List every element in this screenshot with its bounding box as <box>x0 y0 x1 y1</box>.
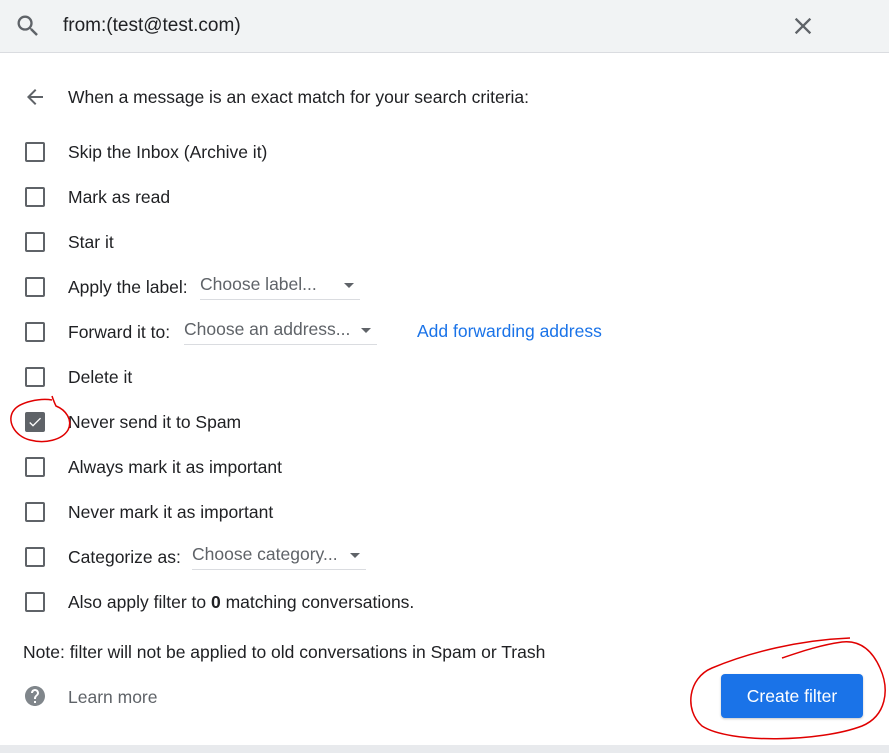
checkmark-icon <box>29 417 41 427</box>
star-it-checkbox[interactable] <box>25 232 45 252</box>
criteria-header: When a message is an exact match for you… <box>0 80 889 114</box>
label-dropdown-value: Choose label... <box>200 274 317 294</box>
option-categorize: Categorize as: Choose category... <box>0 539 889 575</box>
help-icon[interactable] <box>23 684 47 708</box>
apply-prefix: Also apply filter to <box>68 592 211 612</box>
create-filter-button[interactable]: Create filter <box>721 674 863 718</box>
option-label: Mark as read <box>68 187 171 207</box>
option-skip-inbox: Skip the Inbox (Archive it) <box>0 134 889 170</box>
add-forwarding-address-link[interactable]: Add forwarding address <box>417 320 602 342</box>
option-apply-existing: Also apply filter to 0 matching conversa… <box>0 584 889 620</box>
option-label: Skip the Inbox (Archive it) <box>68 142 268 162</box>
never-important-checkbox[interactable] <box>25 502 45 522</box>
filter-note: Note: filter will not be applied to old … <box>23 642 546 662</box>
never-spam-checkbox[interactable] <box>25 412 45 432</box>
forward-address-dropdown-value: Choose an address... <box>184 319 351 339</box>
learn-more-link[interactable]: Learn more <box>68 686 158 708</box>
option-label: Delete it <box>68 367 133 387</box>
option-mark-read: Mark as read <box>0 179 889 215</box>
option-label: Star it <box>68 232 114 252</box>
criteria-header-text: When a message is an exact match for you… <box>68 87 530 107</box>
apply-label-checkbox[interactable] <box>25 277 45 297</box>
categorize-checkbox[interactable] <box>25 547 45 567</box>
option-apply-label: Apply the label: Choose label... <box>0 269 889 305</box>
apply-existing-checkbox[interactable] <box>25 592 45 612</box>
search-input[interactable]: from:(test@test.com) <box>63 14 241 38</box>
option-label: Categorize as: <box>68 547 181 567</box>
option-never-spam: Never send it to Spam <box>0 404 889 440</box>
bottom-divider <box>0 745 889 753</box>
option-label: Apply the label: <box>68 277 188 297</box>
arrow-back-icon[interactable] <box>23 85 47 109</box>
option-label: Always mark it as important <box>68 457 282 477</box>
label-dropdown[interactable]: Choose label... <box>200 272 360 300</box>
forward-checkbox[interactable] <box>25 322 45 342</box>
option-star-it: Star it <box>0 224 889 260</box>
option-label: Never mark it as important <box>68 502 274 522</box>
chevron-down-icon <box>344 283 354 288</box>
always-important-checkbox[interactable] <box>25 457 45 477</box>
option-label: Forward it to: <box>68 322 171 342</box>
chevron-down-icon <box>361 328 371 333</box>
skip-inbox-checkbox[interactable] <box>25 142 45 162</box>
option-never-important: Never mark it as important <box>0 494 889 530</box>
forward-address-dropdown[interactable]: Choose an address... <box>184 317 377 345</box>
matching-count: 0 <box>210 592 221 612</box>
option-label: Never send it to Spam <box>68 412 242 432</box>
search-bar: from:(test@test.com) <box>0 0 889 53</box>
search-icon[interactable] <box>14 12 42 40</box>
mark-read-checkbox[interactable] <box>25 187 45 207</box>
option-always-important: Always mark it as important <box>0 449 889 485</box>
option-forward: Forward it to: Choose an address... Add … <box>0 314 889 350</box>
chevron-down-icon <box>350 553 360 558</box>
category-dropdown-value: Choose category... <box>192 544 338 564</box>
category-dropdown[interactable]: Choose category... <box>192 542 366 570</box>
close-icon[interactable] <box>789 12 817 40</box>
option-label: Also apply filter to 0 matching conversa… <box>68 591 414 613</box>
option-delete: Delete it <box>0 359 889 395</box>
apply-suffix: matching conversations. <box>220 592 415 612</box>
delete-checkbox[interactable] <box>25 367 45 387</box>
